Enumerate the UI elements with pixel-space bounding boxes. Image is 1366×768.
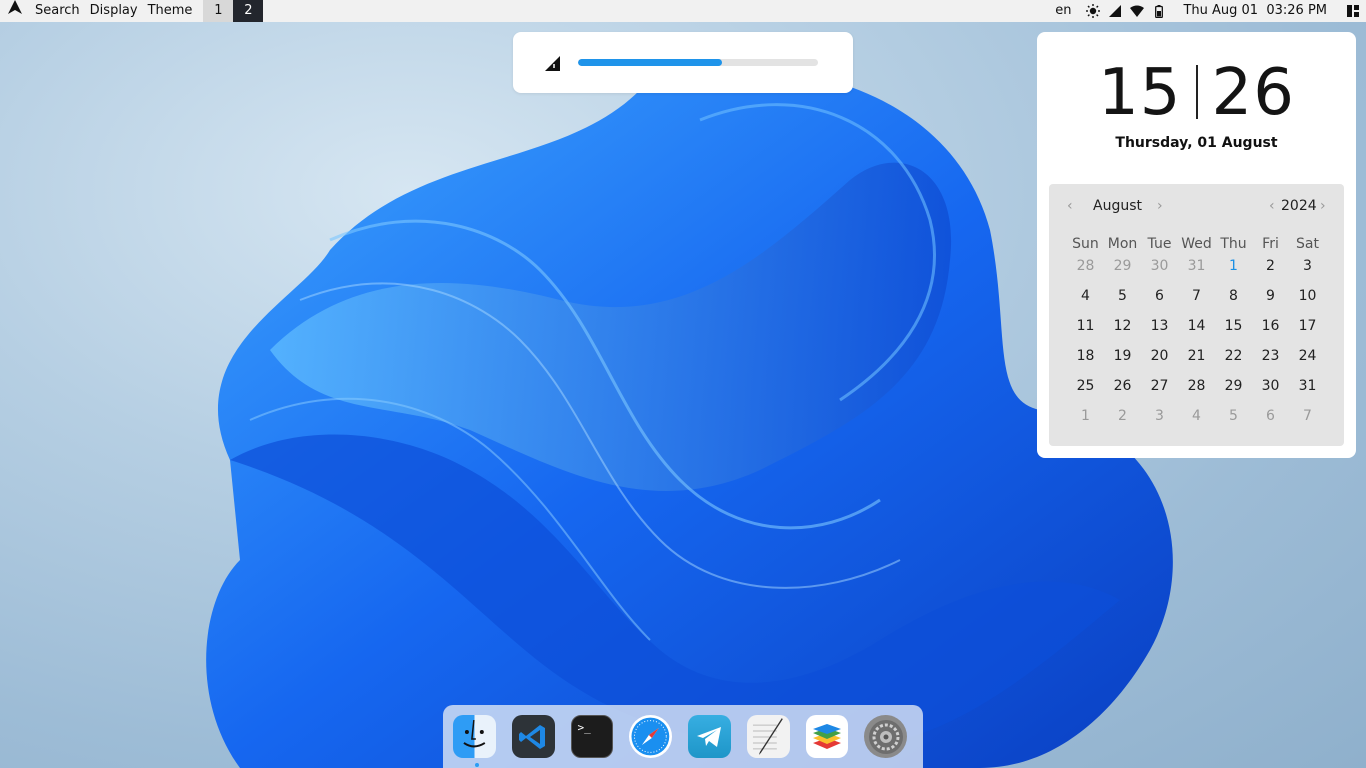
day-cell[interactable]: 31 — [1289, 376, 1326, 406]
day-cell[interactable]: 2 — [1252, 256, 1289, 286]
day-cell[interactable]: 24 — [1289, 346, 1326, 376]
weekday-sun: Sun — [1072, 236, 1099, 252]
system-settings-icon[interactable] — [864, 715, 908, 758]
day-cell[interactable]: 22 — [1215, 346, 1252, 376]
signal-icon[interactable] — [1104, 0, 1126, 22]
calendar-header: ‹ August › ‹ 2024 › — [1049, 198, 1344, 218]
day-cell[interactable]: 11 — [1067, 316, 1104, 346]
finder-icon[interactable] — [453, 715, 496, 758]
prev-month-icon[interactable]: ‹ — [1067, 198, 1073, 214]
day-cell-outside[interactable]: 30 — [1141, 256, 1178, 286]
workspace-1[interactable]: 1 — [203, 0, 234, 22]
next-month-icon[interactable]: › — [1157, 198, 1163, 214]
day-cell-outside[interactable]: 31 — [1178, 256, 1215, 286]
day-cell[interactable]: 16 — [1252, 316, 1289, 346]
weekday-mon: Mon — [1107, 236, 1138, 252]
day-cell-outside[interactable]: 29 — [1104, 256, 1141, 286]
weekday-wed: Wed — [1181, 236, 1212, 252]
day-cell[interactable]: 26 — [1104, 376, 1141, 406]
day-cell[interactable]: 14 — [1178, 316, 1215, 346]
osd-popup — [513, 32, 853, 93]
year-label[interactable]: 2024 — [1281, 198, 1317, 214]
day-cell[interactable]: 30 — [1252, 376, 1289, 406]
weekday-header: Sun Mon Tue Wed Thu Fri Sat — [1067, 236, 1327, 252]
day-cell-outside[interactable]: 6 — [1252, 406, 1289, 436]
running-indicator — [475, 763, 479, 767]
day-cell[interactable]: 19 — [1104, 346, 1141, 376]
workspace-2[interactable]: 2 — [233, 0, 264, 22]
dock: >_ — [443, 705, 923, 768]
day-cell-outside[interactable]: 1 — [1067, 406, 1104, 436]
panel-toggle-icon[interactable] — [1342, 0, 1364, 22]
battery-icon[interactable] — [1148, 0, 1170, 22]
text-editor-icon[interactable] — [746, 715, 790, 758]
day-cell[interactable]: 18 — [1067, 346, 1104, 376]
vscode-icon[interactable] — [511, 715, 555, 758]
day-cell-outside[interactable]: 28 — [1067, 256, 1104, 286]
day-cell-outside[interactable]: 4 — [1178, 406, 1215, 436]
prev-year-icon[interactable]: ‹ — [1269, 198, 1275, 214]
terminal-icon[interactable]: >_ — [570, 715, 614, 758]
day-cell[interactable]: 25 — [1067, 376, 1104, 406]
big-clock: 15 26 — [1037, 58, 1356, 128]
brightness-icon[interactable] — [1082, 0, 1104, 22]
calendar: ‹ August › ‹ 2024 › Sun Mon Tue Wed Thu Fri Sa… — [1049, 184, 1344, 446]
day-cell[interactable]: 7 — [1178, 286, 1215, 316]
day-cell[interactable]: 10 — [1289, 286, 1326, 316]
clock-datetime[interactable]: Thu Aug 01 03:26 PM — [1178, 0, 1332, 22]
day-cell[interactable]: 29 — [1215, 376, 1252, 406]
day-grid: 28 29 30 31 1 2 3 4 5 6 7 8 9 10 11 12 13 14 15 16 17 18 19 20 2… — [1067, 256, 1327, 436]
top-bar: Search Display Theme 1 2 en Thu Aug 01 0… — [0, 0, 1366, 22]
day-cell[interactable]: 28 — [1178, 376, 1215, 406]
menu-display[interactable]: Display — [85, 0, 143, 22]
menu-search[interactable]: Search — [30, 0, 85, 22]
day-cell[interactable]: 23 — [1252, 346, 1289, 376]
calendar-panel: 15 26 Thursday, 01 August ‹ August › ‹ 20… — [1037, 32, 1356, 458]
signal-icon — [543, 54, 561, 72]
clock-minutes: 26 — [1211, 56, 1295, 130]
day-cell[interactable]: 4 — [1067, 286, 1104, 316]
day-cell-outside[interactable]: 7 — [1289, 406, 1326, 436]
weekday-fri: Fri — [1262, 236, 1279, 252]
day-cell[interactable]: 1 — [1215, 256, 1252, 286]
day-cell[interactable]: 27 — [1141, 376, 1178, 406]
day-cell[interactable]: 20 — [1141, 346, 1178, 376]
wifi-icon[interactable] — [1126, 0, 1148, 22]
clock-hours: 15 — [1098, 56, 1182, 130]
day-cell[interactable]: 5 — [1104, 286, 1141, 316]
day-cell[interactable]: 12 — [1104, 316, 1141, 346]
arch-logo-icon[interactable] — [0, 0, 30, 22]
menu-theme[interactable]: Theme — [143, 0, 198, 22]
day-cell[interactable]: 3 — [1289, 256, 1326, 286]
day-cell[interactable]: 15 — [1215, 316, 1252, 346]
osd-level-fill — [578, 59, 722, 66]
layers-icon[interactable] — [805, 715, 849, 758]
day-cell-outside[interactable]: 3 — [1141, 406, 1178, 436]
weekday-thu: Thu — [1220, 236, 1247, 252]
next-year-icon[interactable]: › — [1320, 198, 1326, 214]
day-cell[interactable]: 8 — [1215, 286, 1252, 316]
day-cell-outside[interactable]: 5 — [1215, 406, 1252, 436]
day-cell[interactable]: 21 — [1178, 346, 1215, 376]
day-cell[interactable]: 13 — [1141, 316, 1178, 346]
day-cell-outside[interactable]: 2 — [1104, 406, 1141, 436]
language-indicator[interactable]: en — [1050, 0, 1076, 22]
telegram-icon[interactable] — [688, 715, 731, 758]
full-date: Thursday, 01 August — [1115, 135, 1278, 151]
month-label[interactable]: August — [1093, 198, 1142, 214]
day-cell[interactable]: 9 — [1252, 286, 1289, 316]
weekday-sat: Sat — [1296, 236, 1319, 252]
osd-level-bar[interactable] — [578, 59, 818, 66]
clock-separator — [1195, 65, 1198, 120]
day-cell[interactable]: 6 — [1141, 286, 1178, 316]
day-cell[interactable]: 17 — [1289, 316, 1326, 346]
safari-icon[interactable] — [629, 715, 673, 758]
weekday-tue: Tue — [1147, 236, 1172, 252]
